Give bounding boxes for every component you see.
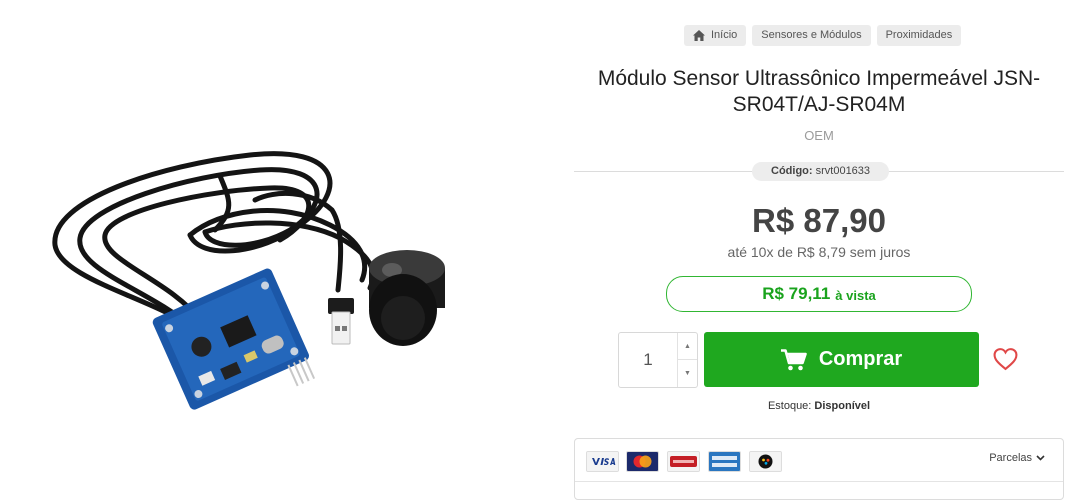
visa-icon — [586, 451, 619, 472]
product-image[interactable] — [40, 120, 460, 420]
elo-icon — [749, 451, 782, 472]
cash-price: R$ 79,11 — [762, 284, 831, 303]
breadcrumb-home[interactable]: Início — [684, 25, 747, 46]
home-icon — [693, 30, 705, 41]
quantity-increase-button[interactable]: ▲ — [678, 333, 697, 360]
parcelas-label: Parcelas — [989, 452, 1032, 464]
product-code-label: Código: — [771, 165, 813, 177]
product-brand[interactable]: OEM — [574, 128, 1064, 143]
american-express-icon — [708, 451, 741, 472]
stock-value: Disponível — [814, 400, 871, 412]
stock-label: Estoque: — [767, 400, 812, 412]
caret-down-icon: ▼ — [684, 370, 691, 377]
parcelas-toggle[interactable]: Parcelas — [989, 452, 1045, 464]
product-price: R$ 87,90 — [752, 202, 886, 239]
payment-cards-row: Parcelas — [575, 439, 1063, 482]
quantity-stepper: ▲ ▼ — [618, 332, 698, 388]
cash-price-label: à vista — [835, 287, 876, 303]
breadcrumb-home-label: Início — [711, 29, 738, 41]
breadcrumb-category[interactable]: Sensores e Módulos — [752, 25, 871, 46]
breadcrumb: Início Sensores e Módulos Proximidades — [684, 25, 962, 46]
chevron-down-icon — [1036, 455, 1045, 461]
quantity-decrease-button[interactable]: ▼ — [678, 360, 697, 387]
product-code-value: srvt001633 — [815, 165, 871, 177]
buy-button[interactable]: Comprar — [704, 332, 979, 387]
hipercard-icon — [667, 451, 700, 472]
product-code: Código: srvt001633 — [752, 162, 890, 181]
breadcrumb-subcategory-label: Proximidades — [885, 29, 953, 41]
buy-button-label: Comprar — [818, 348, 903, 370]
cash-price-box: R$ 79,11 à vista — [666, 276, 972, 312]
stock-status: Estoque: Disponível — [574, 400, 1064, 412]
installments-text: até 10x de R$ 8,79 sem juros — [727, 244, 911, 260]
breadcrumb-subcategory[interactable]: Proximidades — [876, 25, 962, 46]
mastercard-icon — [626, 451, 659, 472]
quantity-input[interactable] — [619, 333, 677, 387]
cart-icon — [780, 348, 807, 370]
heart-icon[interactable] — [993, 347, 1018, 371]
breadcrumb-category-label: Sensores e Módulos — [761, 29, 862, 41]
product-title: Módulo Sensor Ultrassônico Impermeável J… — [597, 67, 1041, 116]
payment-methods: Parcelas — [574, 438, 1064, 500]
caret-up-icon: ▲ — [684, 342, 691, 350]
